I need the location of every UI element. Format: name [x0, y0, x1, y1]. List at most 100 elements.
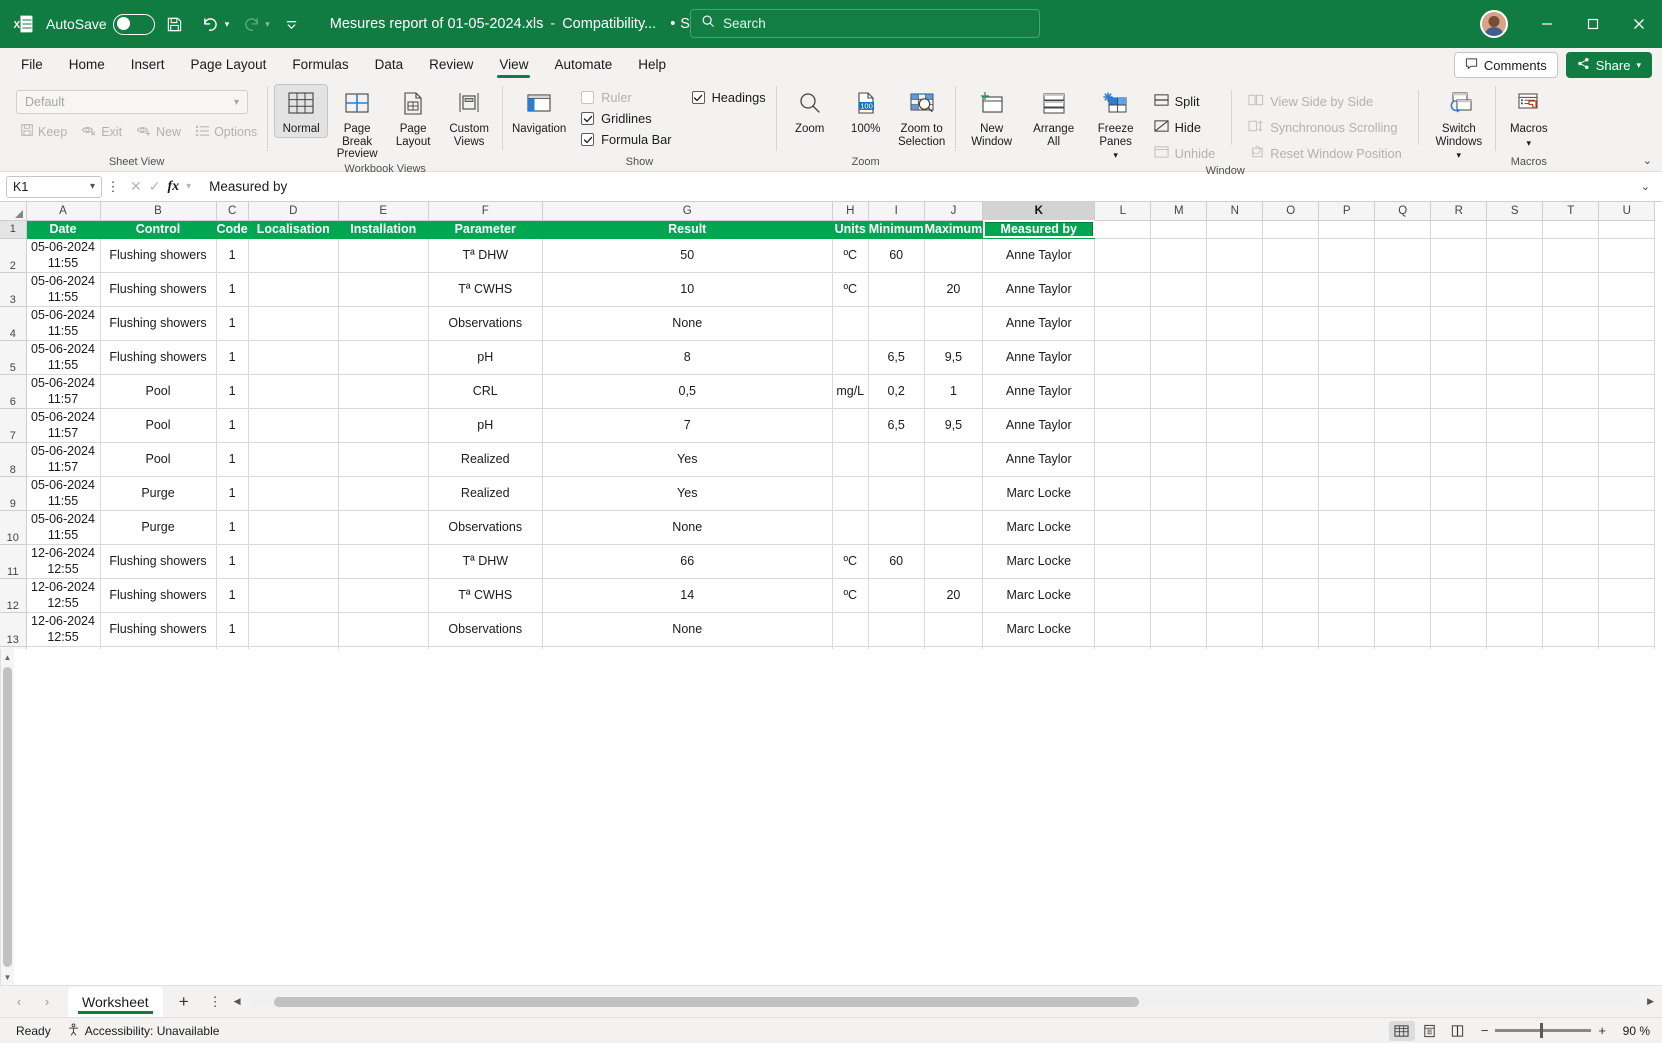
cell-F6[interactable]: CRL: [428, 374, 543, 409]
cell-Q10[interactable]: [1374, 510, 1432, 545]
chevron-down-icon[interactable]: ▾: [1113, 149, 1118, 162]
expand-formula-bar-icon[interactable]: ⌄: [1635, 180, 1656, 193]
formula-input[interactable]: [201, 179, 1631, 194]
cell-H11[interactable]: ºC: [832, 544, 869, 579]
cell-H3[interactable]: ºC: [832, 272, 869, 307]
chevron-down-icon[interactable]: ▾: [1457, 149, 1462, 162]
cell-G4[interactable]: None: [542, 306, 833, 341]
undo-icon[interactable]: [195, 8, 227, 40]
add-sheet-button[interactable]: +: [167, 987, 201, 1017]
cell-J8[interactable]: [924, 442, 984, 477]
cell-H13[interactable]: [832, 612, 869, 647]
cell-G6[interactable]: 0,5: [542, 374, 833, 409]
cell-F11[interactable]: Tª DHW: [428, 544, 543, 579]
cell-T2[interactable]: [1542, 238, 1600, 273]
row-header-6[interactable]: 6: [0, 374, 27, 409]
cell-L11[interactable]: [1094, 544, 1152, 579]
collapse-ribbon-button[interactable]: ⌄: [1643, 154, 1652, 167]
header-cell-I1[interactable]: Minimum: [868, 220, 925, 239]
cell-E9[interactable]: [338, 476, 429, 511]
cell-H5[interactable]: [832, 340, 869, 375]
cell-O10[interactable]: [1262, 510, 1320, 545]
cell-H2[interactable]: ºC: [832, 238, 869, 273]
maximize-icon[interactable]: [1570, 0, 1616, 48]
scroll-left-icon[interactable]: ◀: [234, 996, 241, 1007]
cell-Q1[interactable]: [1374, 220, 1432, 239]
cell-H6[interactable]: mg/L: [832, 374, 869, 409]
cell-D10[interactable]: [248, 510, 339, 545]
col-header-U[interactable]: U: [1598, 202, 1656, 221]
cell-O13[interactable]: [1262, 612, 1320, 647]
col-header-M[interactable]: M: [1150, 202, 1208, 221]
cell-U3[interactable]: [1598, 272, 1656, 307]
custom-views-button[interactable]: Custom Views: [442, 84, 496, 150]
cell-J9[interactable]: [924, 476, 984, 511]
switch-windows-button[interactable]: Switch Windows ▾: [1429, 84, 1489, 164]
cell-L1[interactable]: [1094, 220, 1152, 239]
cell-L12[interactable]: [1094, 578, 1152, 613]
sheet-tab-worksheet[interactable]: Worksheet: [68, 986, 163, 1017]
cell-K11[interactable]: Marc Locke: [982, 544, 1096, 579]
cell-O2[interactable]: [1262, 238, 1320, 273]
zoom-slider-track[interactable]: [1495, 1023, 1592, 1038]
cell-G12[interactable]: 14: [542, 578, 833, 613]
cell-M2[interactable]: [1150, 238, 1208, 273]
cell-Q12[interactable]: [1374, 578, 1432, 613]
cell-K2[interactable]: Anne Taylor: [982, 238, 1096, 273]
cell-I6[interactable]: 0,2: [868, 374, 925, 409]
cell-U8[interactable]: [1598, 442, 1656, 477]
cell-H4[interactable]: [832, 306, 869, 341]
cell-S8[interactable]: [1486, 442, 1544, 477]
navigation-button[interactable]: Navigation: [509, 84, 569, 138]
tab-home[interactable]: Home: [56, 50, 118, 80]
row-header-5[interactable]: 5: [0, 340, 27, 375]
cell-S10[interactable]: [1486, 510, 1544, 545]
cell-S13[interactable]: [1486, 612, 1544, 647]
cell-M8[interactable]: [1150, 442, 1208, 477]
new-window-button[interactable]: New Window: [962, 84, 1022, 150]
accessibility-status[interactable]: Accessibility: Unavailable: [59, 1023, 228, 1039]
header-cell-G1[interactable]: Result: [542, 220, 833, 239]
cell-U4[interactable]: [1598, 306, 1656, 341]
cell-F2[interactable]: Tª DHW: [428, 238, 543, 273]
cell-J10[interactable]: [924, 510, 984, 545]
cell-G7[interactable]: 7: [542, 408, 833, 443]
cell-E6[interactable]: [338, 374, 429, 409]
tab-formulas[interactable]: Formulas: [279, 50, 361, 80]
cell-C7[interactable]: 1: [216, 408, 249, 443]
cell-G2[interactable]: 50: [542, 238, 833, 273]
cell-L3[interactable]: [1094, 272, 1152, 307]
cell-C6[interactable]: 1: [216, 374, 249, 409]
cell-N4[interactable]: [1206, 306, 1264, 341]
col-header-G[interactable]: G: [542, 202, 833, 221]
cell-K6[interactable]: Anne Taylor: [982, 374, 1096, 409]
cell-A11[interactable]: 12-06-2024 12:55: [26, 544, 101, 579]
cell-P7[interactable]: [1318, 408, 1376, 443]
tab-data[interactable]: Data: [362, 50, 417, 80]
row-header-14[interactable]: 14: [0, 646, 27, 649]
cell-H14[interactable]: [832, 646, 869, 649]
cell-K12[interactable]: Marc Locke: [982, 578, 1096, 613]
cell-N11[interactable]: [1206, 544, 1264, 579]
row-header-12[interactable]: 12: [0, 578, 27, 613]
row-header-1[interactable]: 1: [0, 220, 27, 239]
cell-A8[interactable]: 05-06-2024 11:57: [26, 442, 101, 477]
cell-N8[interactable]: [1206, 442, 1264, 477]
cell-E7[interactable]: [338, 408, 429, 443]
page-layout-view-icon[interactable]: [1417, 1021, 1443, 1041]
cell-S12[interactable]: [1486, 578, 1544, 613]
cell-G10[interactable]: None: [542, 510, 833, 545]
cell-P6[interactable]: [1318, 374, 1376, 409]
cell-T9[interactable]: [1542, 476, 1600, 511]
cell-E2[interactable]: [338, 238, 429, 273]
cell-N13[interactable]: [1206, 612, 1264, 647]
cell-B10[interactable]: Purge: [100, 510, 217, 545]
cell-D6[interactable]: [248, 374, 339, 409]
cell-F5[interactable]: pH: [428, 340, 543, 375]
cell-M13[interactable]: [1150, 612, 1208, 647]
row-header-2[interactable]: 2: [0, 238, 27, 273]
split-button[interactable]: Split: [1148, 90, 1222, 113]
cell-F7[interactable]: pH: [428, 408, 543, 443]
macros-button[interactable]: Macros ▾: [1502, 84, 1556, 151]
cell-M5[interactable]: [1150, 340, 1208, 375]
